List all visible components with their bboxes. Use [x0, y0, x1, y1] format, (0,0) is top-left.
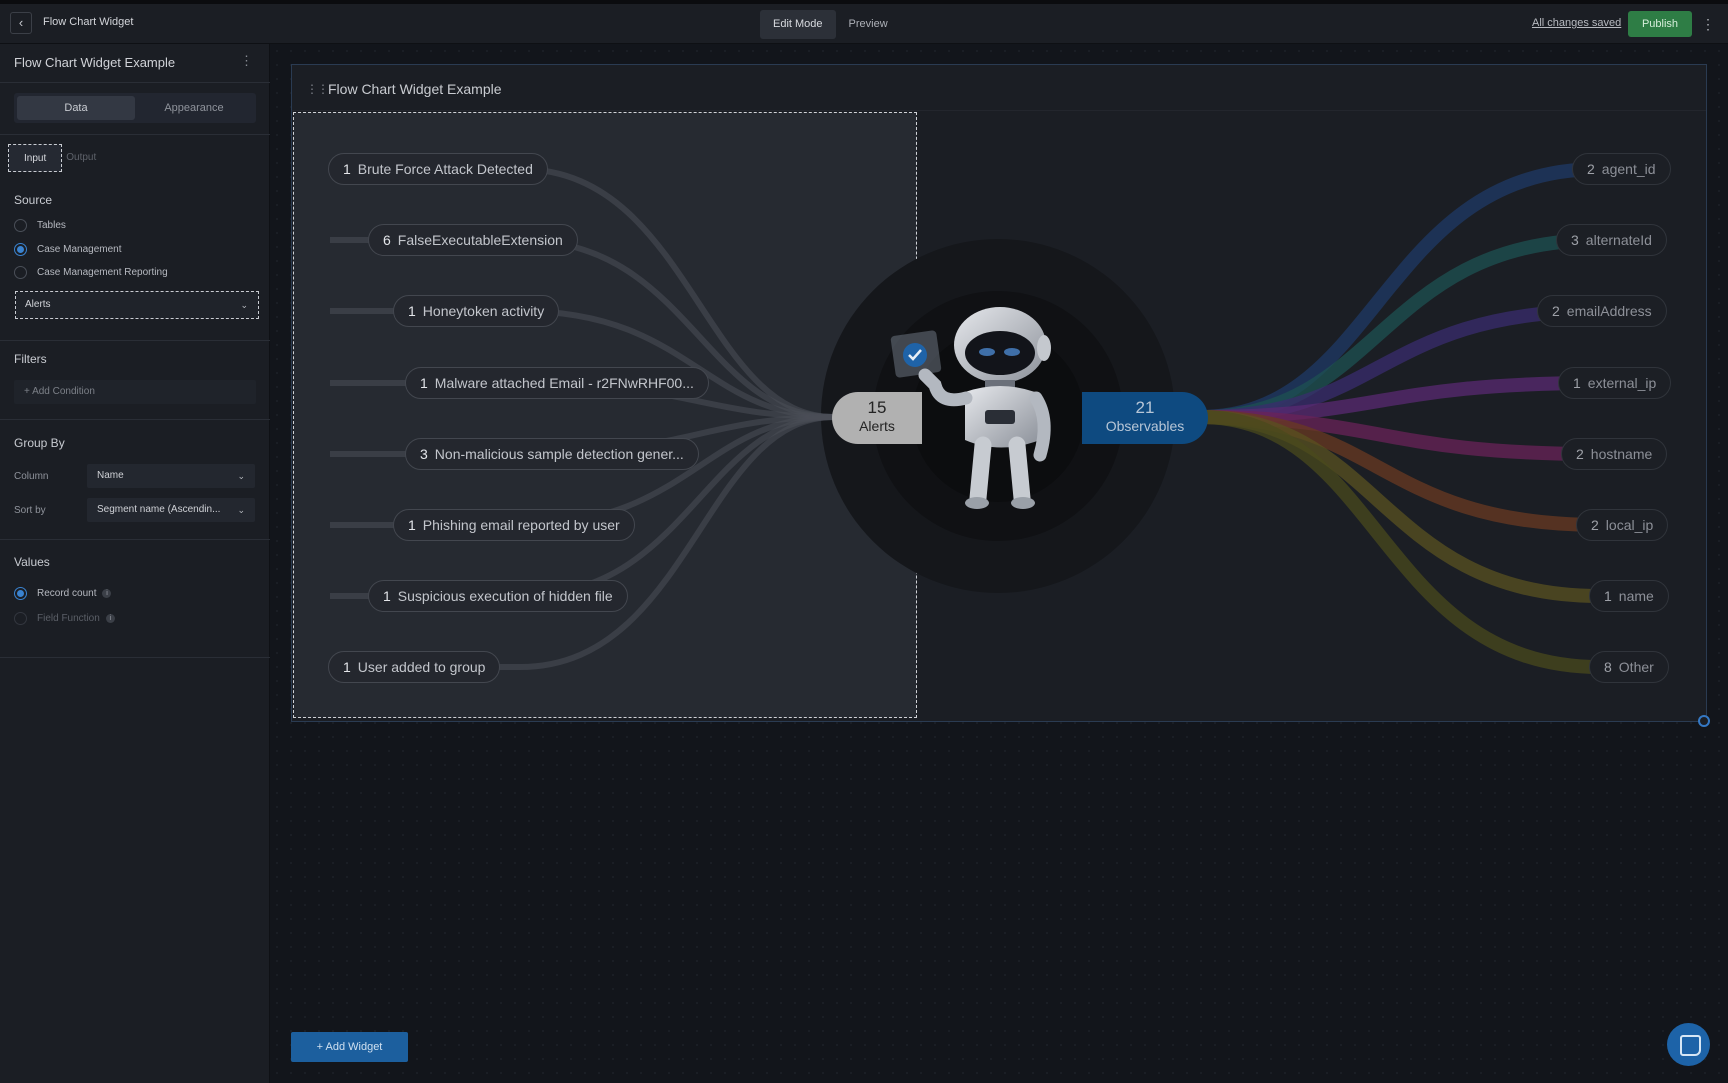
source-option-case-management[interactable]: Case Management	[14, 243, 122, 256]
add-widget-button[interactable]: + Add Widget	[291, 1032, 408, 1062]
radio-icon[interactable]	[14, 266, 27, 279]
output-node[interactable]: 8 Other	[1589, 651, 1669, 683]
resize-handle[interactable]	[1698, 715, 1710, 727]
input-node[interactable]: 1 Suspicious execution of hidden file	[368, 580, 628, 612]
tab-appearance[interactable]: Appearance	[135, 96, 253, 120]
input-node[interactable]: 1 User added to group	[328, 651, 501, 683]
io-tabs: Input Output	[8, 144, 100, 172]
tab-output[interactable]: Output	[62, 144, 100, 172]
source-option-case-management-reporting[interactable]: Case Management Reporting	[14, 266, 168, 279]
drag-handle-icon[interactable]: ⋮⋮	[306, 82, 329, 96]
kebab-icon[interactable]: ⋮	[1701, 14, 1715, 34]
input-node[interactable]: 3 Non-malicious sample detection gener...	[405, 438, 699, 470]
widget-title: Flow Chart Widget Example	[328, 81, 502, 97]
group-by-title: Group By	[14, 436, 65, 450]
tab-data[interactable]: Data	[17, 96, 135, 120]
radio-checked-icon[interactable]	[14, 587, 27, 600]
divider	[0, 134, 270, 135]
chevron-down-icon: ⌄	[237, 471, 245, 481]
source-dropdown[interactable]: Alerts ⌄	[15, 291, 259, 319]
output-node[interactable]: 3 alternateId	[1556, 224, 1667, 256]
alerts-hub[interactable]: 15 Alerts	[832, 392, 922, 444]
values-title: Values	[14, 555, 50, 569]
radio-icon	[14, 612, 27, 625]
mode-switch: Edit Mode Preview	[760, 10, 901, 39]
divider	[0, 657, 270, 658]
observables-hub[interactable]: 21 Observables	[1082, 392, 1208, 444]
sidebar-tabs: Data Appearance	[14, 93, 256, 123]
chat-icon[interactable]	[1667, 1023, 1710, 1066]
sort-by-select[interactable]: Segment name (Ascendin... ⌄	[87, 498, 255, 522]
info-icon: i	[105, 614, 115, 623]
input-node[interactable]: 1 Honeytoken activity	[393, 295, 560, 327]
edit-mode-tab[interactable]: Edit Mode	[760, 10, 836, 39]
input-node[interactable]: 1 Brute Force Attack Detected	[328, 153, 548, 185]
widget-header: ⋮⋮ Flow Chart Widget Example	[292, 65, 1706, 111]
tab-input[interactable]: Input	[8, 144, 63, 172]
publish-button[interactable]: Publish	[1628, 11, 1692, 37]
sort-by-label: Sort by	[14, 505, 46, 516]
top-bar: ‹ Flow Chart Widget Edit Mode Preview Al…	[0, 0, 1728, 44]
output-node[interactable]: 2 emailAddress	[1537, 295, 1667, 327]
info-icon: i	[102, 589, 112, 598]
chevron-left-icon[interactable]: ‹	[10, 12, 32, 34]
chevron-down-icon: ⌄	[237, 505, 245, 515]
output-node[interactable]: 2 hostname	[1561, 438, 1668, 470]
source-option-tables[interactable]: Tables	[14, 219, 66, 232]
input-panel-selection[interactable]	[293, 112, 917, 718]
input-node[interactable]: 6 FalseExecutableExtension	[368, 224, 578, 256]
source-title: Source	[14, 193, 53, 207]
value-option-field-function: Field Function i	[14, 612, 115, 625]
output-node[interactable]: 1 external_ip	[1558, 367, 1672, 399]
divider	[0, 82, 270, 83]
sidebar-menu-icon[interactable]: ⋮	[240, 53, 253, 69]
value-option-record-count[interactable]: Record count i	[14, 587, 112, 600]
column-label: Column	[14, 471, 49, 482]
preview-tab[interactable]: Preview	[836, 10, 901, 39]
chevron-down-icon: ⌄	[240, 300, 248, 310]
output-node[interactable]: 1 name	[1589, 580, 1669, 612]
all-changes-saved-link[interactable]: All changes saved	[1532, 17, 1621, 29]
input-node[interactable]: 1 Phishing email reported by user	[393, 509, 635, 541]
radio-icon[interactable]	[14, 219, 27, 232]
output-node[interactable]: 2 agent_id	[1572, 153, 1671, 185]
input-node[interactable]: 1 Malware attached Email - r2FNwRHF00...	[405, 367, 709, 399]
add-condition-button[interactable]: + Add Condition	[14, 380, 256, 404]
config-sidebar: Flow Chart Widget Example ⋮ Data Appeara…	[0, 44, 270, 1083]
divider	[0, 539, 270, 540]
output-node[interactable]: 2 local_ip	[1576, 509, 1669, 541]
divider	[0, 419, 270, 420]
divider	[0, 340, 270, 341]
radio-checked-icon[interactable]	[14, 243, 27, 256]
filters-title: Filters	[14, 352, 47, 366]
column-select[interactable]: Name ⌄	[87, 464, 255, 488]
sidebar-title: Flow Chart Widget Example	[14, 55, 176, 70]
app-title: Flow Chart Widget	[43, 16, 134, 28]
